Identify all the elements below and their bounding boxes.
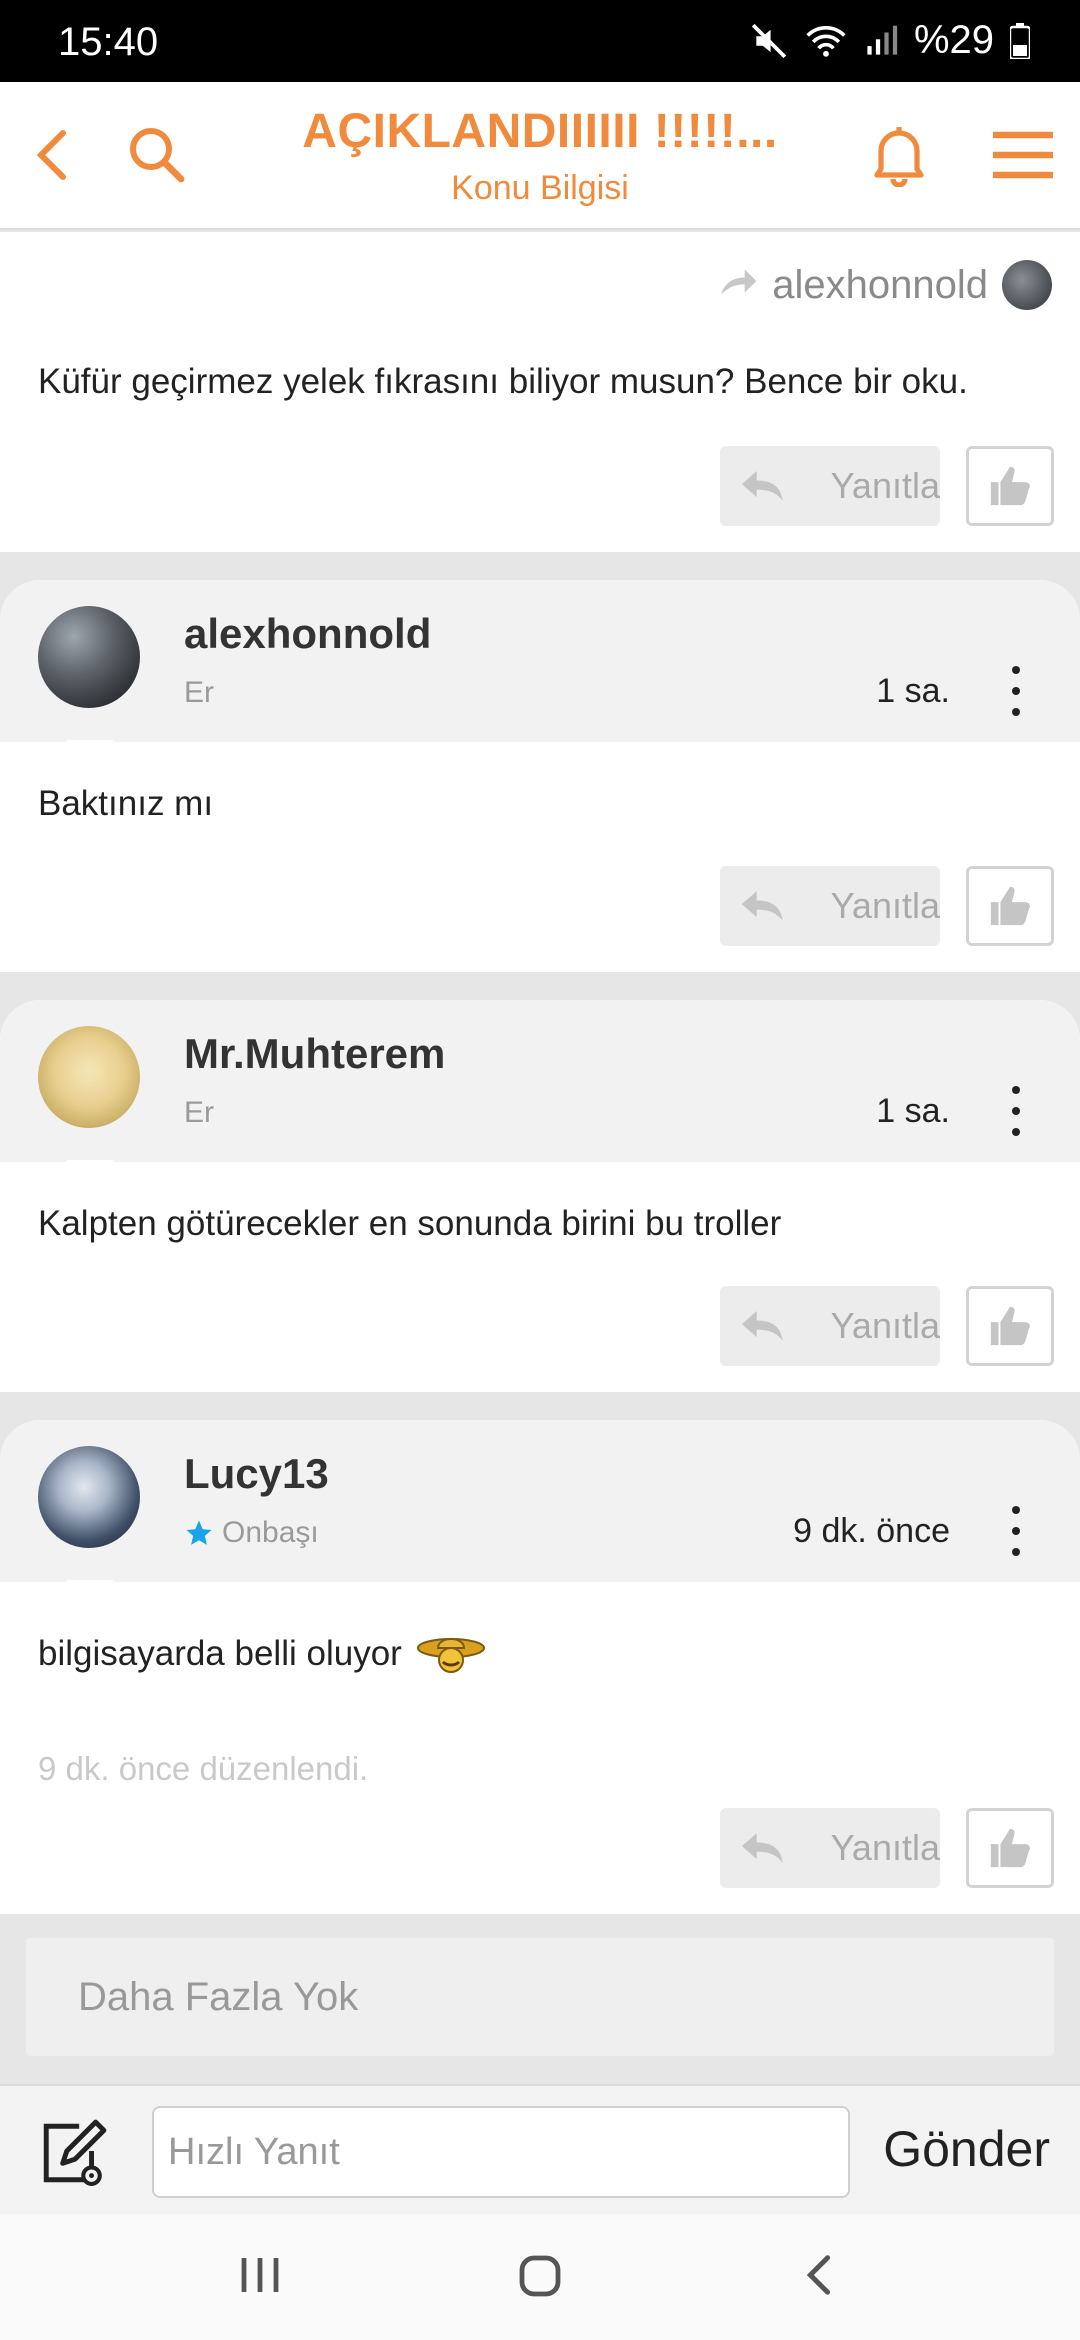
quoted-username: alexhonnold <box>772 262 988 307</box>
avatar <box>1002 260 1052 310</box>
post-card: Lucy13 Onbaşı 9 dk. önce bilgisayarda be… <box>0 1420 1080 1914</box>
forward-arrow-icon <box>718 263 758 308</box>
post-body: Baktınız mı <box>38 784 214 823</box>
search-icon[interactable] <box>122 120 192 190</box>
post-actions: Yanıtla <box>720 1808 1054 1888</box>
sombrero-emoji-icon <box>416 1628 486 1679</box>
like-button[interactable] <box>966 866 1054 946</box>
reply-button[interactable]: Yanıtla <box>720 1808 940 1888</box>
reply-button[interactable]: Yanıtla <box>720 446 940 526</box>
post-header: Lucy13 Onbaşı 9 dk. önce <box>0 1420 1080 1582</box>
reply-button[interactable]: Yanıtla <box>720 1286 940 1366</box>
user-rank: Onbaşı <box>184 1516 319 1550</box>
reply-label: Yanıtla <box>830 1305 940 1346</box>
post-first: alexhonnold Küfür geçirmez yelek fıkrası… <box>0 232 1080 552</box>
quick-reply-input[interactable]: Hızlı Yanıt <box>152 2106 850 2198</box>
like-button[interactable] <box>966 1286 1054 1366</box>
back-nav-icon[interactable] <box>800 2252 836 2303</box>
more-options-icon[interactable] <box>1010 1086 1022 1136</box>
edited-note: 9 dk. önce düzenlendi. <box>38 1750 369 1787</box>
user-rank: Er <box>184 1096 214 1130</box>
reply-label: Yanıtla <box>830 1827 940 1868</box>
signal-icon <box>864 23 898 59</box>
app-header: AÇIKLANDIIIIII !!!!!... Konu Bilgisi <box>0 82 1080 230</box>
topic-info-label: Konu Bilgisi <box>451 169 629 207</box>
like-button[interactable] <box>966 1808 1054 1888</box>
post-header: Mr.Muhterem Er 1 sa. <box>0 1000 1080 1162</box>
user-rank: Er <box>184 676 214 710</box>
username[interactable]: Mr.Muhterem <box>184 1030 445 1078</box>
post-actions: Yanıtla <box>720 1286 1054 1366</box>
menu-icon[interactable] <box>988 120 1058 190</box>
status-time: 15:40 <box>58 20 159 64</box>
post-time: 1 sa. <box>876 1092 950 1130</box>
no-more-posts: Daha Fazla Yok <box>26 1938 1054 2056</box>
avatar[interactable] <box>38 606 140 708</box>
topic-title: AÇIKLANDIIIIII !!!!!... <box>302 105 778 158</box>
battery-text: %29 <box>913 18 994 62</box>
reply-icon <box>741 471 783 501</box>
like-button[interactable] <box>966 446 1054 526</box>
post-actions: Yanıtla <box>720 866 1054 946</box>
reply-icon <box>741 1833 783 1863</box>
recent-apps-icon[interactable] <box>236 2252 286 2303</box>
avatar[interactable] <box>38 1446 140 1548</box>
post-header: alexhonnold Er 1 sa. <box>0 580 1080 742</box>
post-body: bilgisayarda belli oluyor <box>38 1633 402 1673</box>
more-options-icon[interactable] <box>1010 666 1022 716</box>
status-bar: 15:40 %29 <box>0 0 1080 82</box>
bell-icon[interactable] <box>864 120 934 190</box>
mute-icon <box>750 22 788 60</box>
reply-label: Yanıtla <box>830 465 940 506</box>
post-body: Kalpten götürecekler en sonunda birini b… <box>38 1204 782 1243</box>
post-card: alexhonnold Er 1 sa. Baktınız mı Yanıtla <box>0 580 1080 972</box>
username[interactable]: alexhonnold <box>184 610 431 658</box>
thumbs-up-icon <box>990 466 1030 506</box>
post-time: 1 sa. <box>876 672 950 710</box>
quoted-user[interactable]: alexhonnold <box>718 260 1052 310</box>
wifi-icon <box>804 22 848 60</box>
battery-icon <box>1010 22 1030 59</box>
send-button[interactable]: Gönder <box>883 2120 1050 2178</box>
reply-icon <box>741 1311 783 1341</box>
rank-label: Er <box>184 1096 214 1129</box>
back-icon[interactable] <box>18 120 88 190</box>
username[interactable]: Lucy13 <box>184 1450 329 1498</box>
rank-label: Er <box>184 676 214 709</box>
post-time: 9 dk. önce <box>793 1512 950 1550</box>
status-icons: %29 <box>750 18 1030 63</box>
post-body: Küfür geçirmez yelek fıkrasını biliyor m… <box>38 362 968 401</box>
post-body-row: bilgisayarda belli oluyor <box>38 1628 486 1679</box>
post-actions: Yanıtla <box>720 446 1054 526</box>
more-options-icon[interactable] <box>1010 1506 1022 1556</box>
avatar[interactable] <box>38 1026 140 1128</box>
thumbs-up-icon <box>990 886 1030 926</box>
reply-label: Yanıtla <box>830 885 940 926</box>
reply-icon <box>741 891 783 921</box>
advanced-edit-icon[interactable] <box>38 2118 108 2188</box>
star-icon <box>186 1520 212 1545</box>
post-card: Mr.Muhterem Er 1 sa. Kalpten götürecekle… <box>0 1000 1080 1392</box>
home-icon[interactable] <box>516 2252 564 2305</box>
quick-reply-bar: Hızlı Yanıt Gönder <box>0 2084 1080 2214</box>
reply-button[interactable]: Yanıtla <box>720 866 940 946</box>
rank-label: Onbaşı <box>222 1516 319 1549</box>
topic-title-block[interactable]: AÇIKLANDIIIIII !!!!!... Konu Bilgisi <box>220 104 860 208</box>
thumbs-up-icon <box>990 1306 1030 1346</box>
thumbs-up-icon <box>990 1828 1030 1868</box>
system-nav-bar <box>0 2214 1080 2340</box>
